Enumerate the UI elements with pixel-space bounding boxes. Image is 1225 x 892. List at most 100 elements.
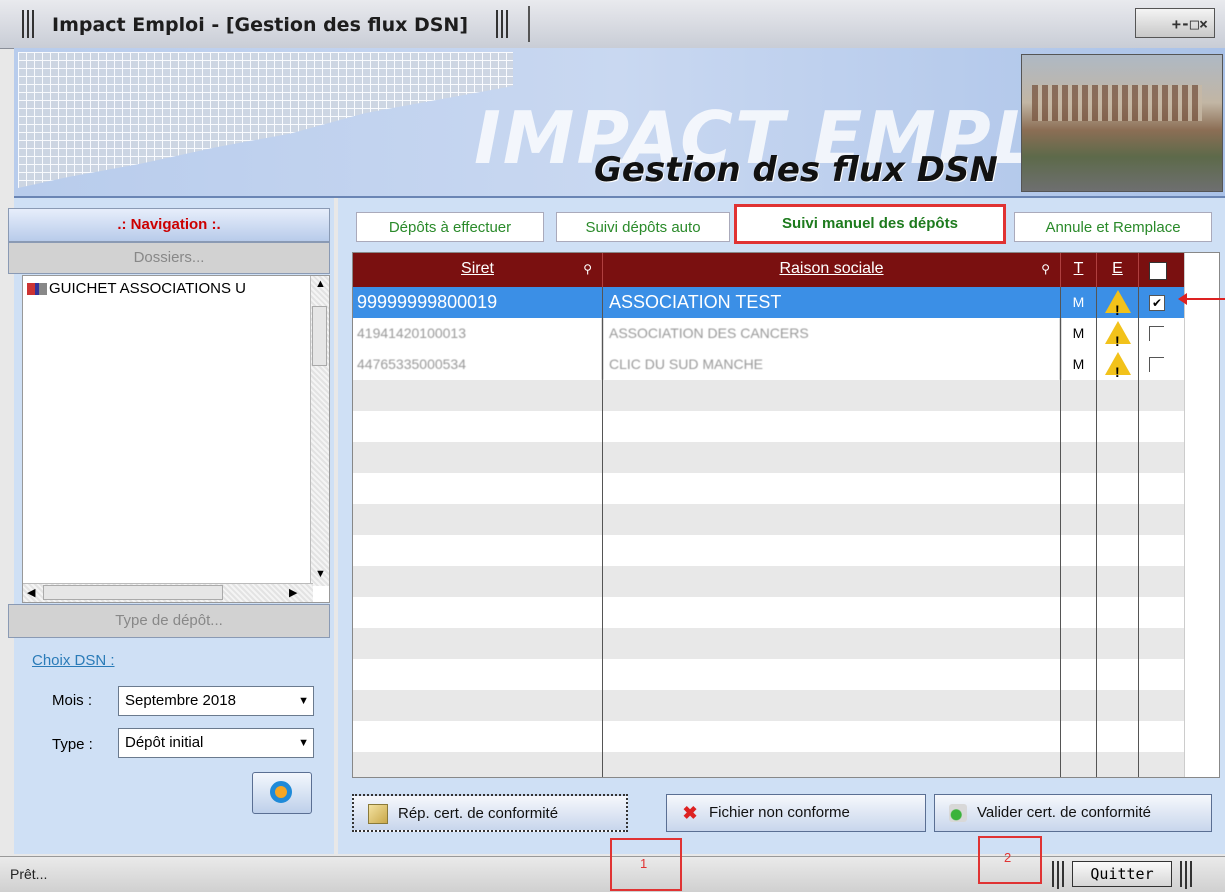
window-title: Impact Emploi - [Gestion des flux DSN] — [52, 14, 469, 36]
select-cell[interactable] — [1139, 318, 1185, 349]
raison-cell: ASSOCIATION DES CANCERS — [603, 318, 1061, 349]
tree-item-label: GUICHET ASSOCIATIONS U — [49, 280, 246, 297]
siret-cell: 99999999800019 — [353, 287, 603, 318]
raison-cell: ASSOCIATION TEST — [603, 287, 1061, 318]
status-text: Prêt... — [10, 866, 48, 882]
empty-row — [353, 380, 1185, 411]
empty-row — [353, 473, 1185, 504]
building-photo — [1021, 54, 1223, 192]
column-label: Siret — [461, 260, 494, 277]
table-row[interactable]: 41941420100013 ASSOCIATION DES CANCERS M — [353, 318, 1185, 349]
quit-button[interactable]: Quitter — [1072, 861, 1172, 887]
empty-row — [353, 628, 1185, 659]
siret-cell: 41941420100013 — [353, 318, 603, 349]
empty-row — [353, 659, 1185, 690]
banner-subtitle: Gestion des flux DSN — [594, 150, 998, 190]
dossiers-header[interactable]: Dossiers... — [8, 242, 330, 274]
empty-row — [353, 566, 1185, 597]
column-label: Raison sociale — [779, 260, 884, 277]
type-cell: M — [1061, 287, 1097, 318]
annotation-label: 1 — [640, 856, 648, 871]
scroll-thumb[interactable] — [43, 585, 223, 600]
select-cell[interactable] — [1139, 349, 1185, 380]
type-depot-header[interactable]: Type de dépôt... — [8, 604, 330, 638]
empty-row — [353, 597, 1185, 628]
refresh-icon — [270, 781, 292, 803]
table-row[interactable]: 44765335000534 CLIC DU SUD MANCHE M — [353, 349, 1185, 380]
row-checkbox[interactable] — [1149, 357, 1164, 372]
tree-item[interactable]: GUICHET ASSOCIATIONS U — [27, 280, 246, 297]
annotation-label: 2 — [1004, 850, 1012, 865]
close-icon: ✖ — [682, 803, 698, 824]
type-value: Dépôt initial — [125, 734, 204, 751]
tab-depots-a-effectuer[interactable]: Dépôts à effectuer — [356, 212, 544, 242]
scroll-left-icon[interactable]: ◀ — [27, 586, 35, 599]
empty-row — [353, 690, 1185, 721]
tab-suivi-depots-auto[interactable]: Suivi dépôts auto — [556, 212, 730, 242]
pin-icon: ⚲ — [583, 262, 592, 276]
type-cell: M — [1061, 349, 1097, 380]
banner: IMPACT EMPLOI Gestion des flux DSN — [14, 48, 1225, 198]
depots-grid: Siret ⚲ Raison sociale ⚲ T E 99999999800… — [352, 252, 1220, 778]
mois-label: Mois : — [52, 692, 93, 709]
window-controls[interactable]: +-□× — [1135, 8, 1215, 38]
siret-cell: 44765335000534 — [353, 349, 603, 380]
mois-value: Septembre 2018 — [125, 692, 236, 709]
warning-icon — [1105, 352, 1131, 380]
empty-row — [353, 752, 1185, 777]
select-all-checkbox[interactable] — [1149, 262, 1167, 280]
mois-select[interactable]: Septembre 2018 ▼ — [118, 686, 314, 716]
rep-cert-button[interactable]: Rép. cert. de conformité — [352, 794, 628, 832]
grid-header: Siret ⚲ Raison sociale ⚲ T E — [353, 253, 1185, 287]
scroll-up-icon[interactable]: ▲ — [315, 278, 326, 290]
chevron-down-icon: ▼ — [298, 695, 309, 707]
folder-icon — [27, 283, 47, 296]
tab-suivi-manuel[interactable]: Suivi manuel des dépôts — [734, 204, 1006, 244]
column-header-e[interactable]: E — [1097, 253, 1139, 287]
pin-icon: ⚲ — [1041, 262, 1050, 276]
choix-dsn-label: Choix DSN : — [32, 652, 115, 669]
fichier-non-conforme-label: Fichier non conforme — [709, 804, 850, 821]
rep-cert-label: Rép. cert. de conformité — [398, 805, 559, 822]
grip-icon — [1180, 861, 1192, 889]
column-header-siret[interactable]: Siret ⚲ — [353, 253, 603, 287]
red-arrow-annotation — [1178, 293, 1225, 305]
scroll-down-icon[interactable]: ▼ — [315, 568, 326, 580]
type-label: Type : — [52, 736, 93, 753]
horizontal-scrollbar[interactable]: ◀ ▶ — [23, 583, 313, 602]
valider-cert-label: Valider cert. de conformité — [977, 804, 1151, 821]
fichier-non-conforme-button[interactable]: ✖ Fichier non conforme — [666, 794, 926, 832]
type-select[interactable]: Dépôt initial ▼ — [118, 728, 314, 758]
empty-row — [353, 721, 1185, 752]
warning-cell — [1097, 349, 1139, 380]
row-checkbox[interactable]: ✔ — [1149, 295, 1165, 311]
grip-icon — [1052, 861, 1064, 889]
grip-icon — [496, 10, 508, 38]
dossiers-tree[interactable]: GUICHET ASSOCIATIONS U ▲ ▼ ◀ ▶ — [22, 275, 330, 603]
tab-annule-remplace[interactable]: Annule et Remplace — [1014, 212, 1212, 242]
refresh-button[interactable] — [252, 772, 312, 814]
row-checkbox[interactable] — [1149, 326, 1164, 341]
warning-icon — [1105, 290, 1131, 318]
annotation-box-2: 2 — [978, 836, 1042, 884]
type-cell: M — [1061, 318, 1097, 349]
grid-scrollbar[interactable] — [1184, 253, 1219, 777]
column-header-raison-sociale[interactable]: Raison sociale ⚲ — [603, 253, 1061, 287]
validate-icon — [949, 804, 967, 823]
vertical-scrollbar[interactable]: ▲ ▼ — [310, 276, 329, 586]
banner-pattern — [18, 52, 513, 188]
table-row[interactable]: 99999999800019 ASSOCIATION TEST M ✔ — [353, 287, 1185, 318]
empty-row — [353, 535, 1185, 566]
scroll-thumb[interactable] — [312, 306, 327, 366]
scroll-right-icon[interactable]: ▶ — [289, 586, 297, 599]
warning-cell — [1097, 318, 1139, 349]
valider-cert-button[interactable]: Valider cert. de conformité — [934, 794, 1212, 832]
raison-cell: CLIC DU SUD MANCHE — [603, 349, 1061, 380]
empty-row — [353, 411, 1185, 442]
document-icon — [368, 804, 388, 825]
warning-icon — [1105, 321, 1131, 349]
title-bar: Impact Emploi - [Gestion des flux DSN] +… — [0, 0, 1225, 49]
column-header-t[interactable]: T — [1061, 253, 1097, 287]
navigation-header: .: Navigation :. — [8, 208, 330, 242]
warning-cell — [1097, 287, 1139, 318]
